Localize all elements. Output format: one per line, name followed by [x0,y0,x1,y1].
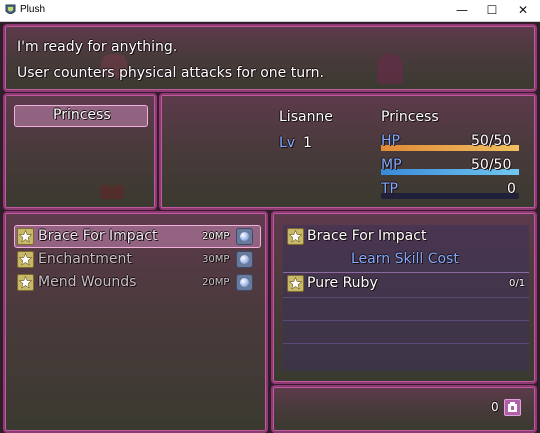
divider [283,297,529,298]
minimize-button[interactable]: — [447,0,477,21]
help-window: I'm ready for anything. User counters ph… [3,24,537,92]
skill-type-window: Princess [3,93,157,210]
help-text-line-2: User counters physical attacks for one t… [17,65,324,81]
skill-name: Brace For Impact [38,228,158,244]
level-label: Lv [279,135,296,151]
actor-name: Lisanne [279,109,333,125]
learn-skill-name: Brace For Impact [307,228,427,244]
gold-value: 0 [491,400,499,414]
character-sprite [377,54,403,84]
help-text-line-1: I'm ready for anything. [17,39,178,55]
tp-gauge [381,193,519,199]
window-titlebar: Plush — ☐ ✕ [0,0,540,22]
divider [283,272,529,273]
skill-cost: 30MP [202,254,230,265]
divider [283,320,529,321]
background-sprite [100,185,124,199]
maximize-button[interactable]: ☐ [477,0,507,21]
tp-value: 0 [507,181,516,197]
cost-list-panel [283,225,529,371]
orb-icon [236,228,253,245]
close-button[interactable]: ✕ [508,0,538,21]
status-window: Lisanne Lv 1 Princess HP 50/50 MP 50/50 … [159,93,537,210]
orb-icon [236,251,253,268]
mp-label: MP [381,157,402,173]
actor-class: Princess [381,109,439,125]
skill-list-window: Brace For Impact 20MP Enchantment 30MP M… [3,211,268,433]
cost-item-name: Pure Ruby [307,275,378,291]
star-icon [17,274,34,291]
skill-name: Enchantment [38,251,132,267]
divider [283,343,529,344]
skill-cost: 20MP [202,277,230,288]
learn-cost-window: Brace For Impact Learn Skill Cost Pure R… [271,211,537,384]
learn-cost-header: Learn Skill Cost [351,251,459,267]
hp-label: HP [381,133,400,149]
orb-icon [236,274,253,291]
level-value: 1 [303,135,312,151]
bag-icon [504,399,521,416]
app-icon [5,4,16,14]
cost-item-count: 0/1 [509,278,526,289]
mp-value: 50/50 [471,157,512,173]
star-icon [287,228,304,245]
hp-value: 50/50 [471,133,512,149]
gold-window: 0 [271,385,537,433]
tp-label: TP [381,181,398,197]
skill-name: Mend Wounds [38,274,137,290]
star-icon [287,275,304,292]
skill-type-princess[interactable]: Princess [53,107,111,123]
window-title: Plush [20,4,46,15]
game-canvas: I'm ready for anything. User counters ph… [0,22,540,433]
star-icon [17,251,34,268]
skill-cost: 20MP [202,231,230,242]
star-icon [17,228,34,245]
